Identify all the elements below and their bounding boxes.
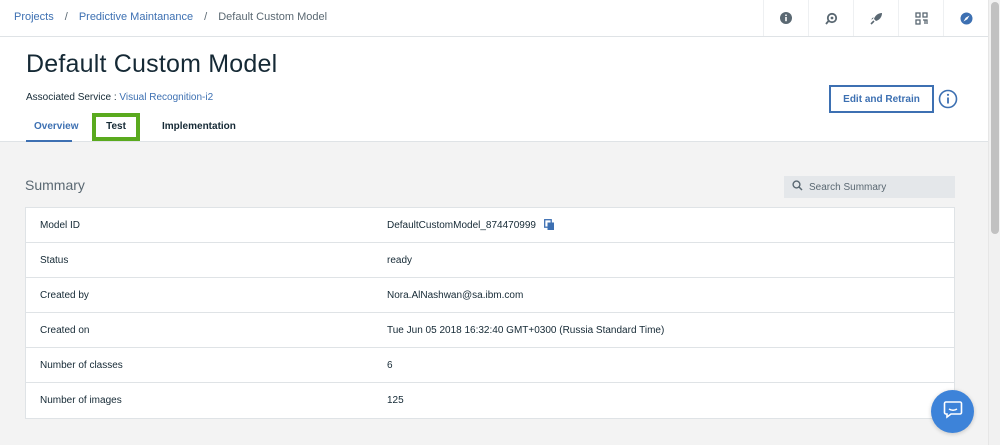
info-circle-icon[interactable] (938, 89, 958, 109)
row-label: Status (40, 254, 69, 266)
page-title: Default Custom Model (26, 50, 278, 78)
breadcrumb-separator: / (204, 11, 208, 23)
breadcrumb-separator: / (64, 11, 68, 23)
top-bar: Projects / Predictive Maintanance / Defa… (0, 0, 988, 37)
breadcrumb-project[interactable]: Predictive Maintanance (79, 11, 193, 23)
table-row: Created by Nora.AlNashwan@sa.ibm.com (26, 278, 954, 313)
rocket-icon[interactable] (853, 0, 898, 36)
info-icon[interactable] (763, 0, 808, 36)
associated-service-link[interactable]: Visual Recognition-i2 (119, 92, 213, 103)
tab-test[interactable]: Test (92, 113, 140, 141)
row-value: 125 (387, 395, 404, 406)
row-label: Number of images (40, 395, 122, 406)
page-header: Default Custom Model Associated Service … (0, 37, 988, 142)
compass-icon[interactable] (943, 0, 988, 36)
tab-overview[interactable]: Overview (26, 115, 78, 142)
row-label: Created on (40, 324, 90, 336)
tab-implementation[interactable]: Implementation (158, 115, 244, 142)
top-toolbar (763, 0, 988, 36)
apps-grid-icon[interactable] (898, 0, 943, 36)
breadcrumb: Projects / Predictive Maintanance / Defa… (14, 11, 327, 23)
summary-table: Model ID DefaultCustomModel_874470999 St… (25, 207, 955, 419)
tab-bar: Overview Test Implementation (26, 113, 244, 143)
row-value: Tue Jun 05 2018 16:32:40 GMT+0300 (Russi… (387, 324, 665, 336)
chat-button[interactable] (931, 390, 974, 433)
table-row: Number of classes 6 (26, 348, 954, 383)
search-icon (792, 178, 803, 196)
breadcrumb-projects[interactable]: Projects (14, 11, 54, 23)
summary-search[interactable] (784, 176, 955, 198)
row-value: ready (387, 254, 413, 266)
deploy-icon[interactable] (808, 0, 853, 36)
associated-service: Associated Service : Visual Recognition-… (26, 92, 213, 103)
search-input[interactable] (809, 181, 949, 193)
model-id-value: DefaultCustomModel_874470999 (387, 219, 536, 231)
scrollbar[interactable] (988, 0, 1000, 445)
row-value: Nora.AlNashwan@sa.ibm.com (387, 289, 524, 301)
summary-heading: Summary (25, 177, 85, 193)
edit-and-retrain-button[interactable]: Edit and Retrain (829, 85, 934, 113)
table-row: Number of images 125 (26, 383, 954, 418)
row-value: DefaultCustomModel_874470999 (387, 219, 555, 231)
chat-icon (943, 399, 963, 424)
table-row: Created on Tue Jun 05 2018 16:32:40 GMT+… (26, 313, 954, 348)
row-label: Created by (40, 289, 89, 301)
table-row: Status ready (26, 243, 954, 278)
scrollbar-thumb[interactable] (991, 2, 999, 234)
row-label: Model ID (40, 219, 81, 231)
associated-service-label: Associated Service : (26, 92, 117, 103)
breadcrumb-current: Default Custom Model (218, 11, 328, 23)
table-row: Model ID DefaultCustomModel_874470999 (26, 208, 954, 243)
row-value: 6 (387, 359, 393, 371)
row-label: Number of classes (40, 359, 123, 371)
copy-icon[interactable] (544, 219, 555, 231)
